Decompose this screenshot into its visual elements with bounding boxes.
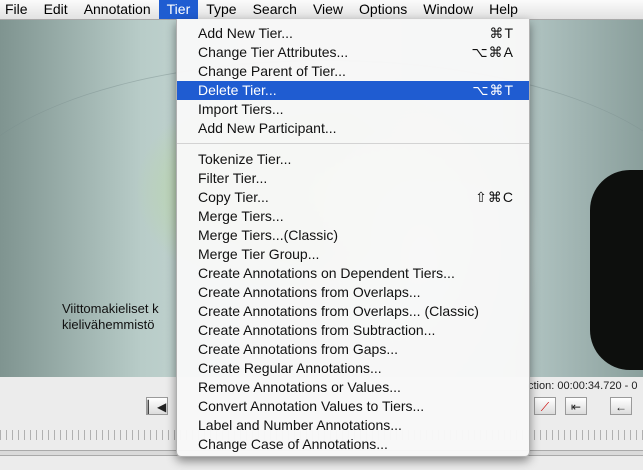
menu-bar: File Edit Annotation Tier Type Search Vi… [0, 0, 643, 20]
menu-item-label: Change Tier Attributes... [198, 44, 349, 60]
go-to-selection-begin-icon: ⇤ [570, 400, 582, 414]
menu-item-label: Change Parent of Tier... [198, 63, 346, 79]
menu-item-add-new-participant[interactable]: Add New Participant... [177, 119, 529, 138]
menu-item-label: Add New Tier... [198, 25, 293, 41]
menu-item-merge-tiers-classic[interactable]: Merge Tiers...(Classic) [177, 226, 529, 245]
menu-item-label: Create Annotations on Dependent Tiers... [198, 265, 455, 281]
menu-item-change-case-of-annotations[interactable]: Change Case of Annotations... [177, 435, 529, 454]
menu-item-label: Create Annotations from Gaps... [198, 341, 398, 357]
clear-selection-button[interactable]: ⟋ [534, 397, 556, 415]
menu-item-create-annotations-overlaps[interactable]: Create Annotations from Overlaps... [177, 283, 529, 302]
menu-item-filter-tier[interactable]: Filter Tier... [177, 169, 529, 188]
menu-edit[interactable]: Edit [36, 0, 76, 19]
step-back-button[interactable]: ← [610, 397, 632, 415]
menu-item-create-annotations-overlaps-classic[interactable]: Create Annotations from Overlaps... (Cla… [177, 302, 529, 321]
menu-item-label: Change Case of Annotations... [198, 436, 388, 452]
menu-item-import-tiers[interactable]: Import Tiers... [177, 100, 529, 119]
menu-item-merge-tier-group[interactable]: Merge Tier Group... [177, 245, 529, 264]
menu-item-remove-annotations[interactable]: Remove Annotations or Values... [177, 378, 529, 397]
menu-view[interactable]: View [305, 0, 351, 19]
menu-item-shortcut: ⇧⌘C [475, 189, 514, 205]
menu-item-convert-annotation-values[interactable]: Convert Annotation Values to Tiers... [177, 397, 529, 416]
menu-options[interactable]: Options [351, 0, 415, 19]
video-subtitle-line-1: Viittomakieliset k [62, 301, 159, 316]
tier-menu-dropdown: Add New Tier... ⌘T Change Tier Attribute… [176, 19, 530, 457]
menu-item-label: Label and Number Annotations... [198, 417, 402, 433]
menu-separator [177, 143, 529, 144]
menu-item-label: Tokenize Tier... [198, 151, 292, 167]
menu-item-label: Delete Tier... [198, 82, 277, 98]
menu-item-create-annotations-subtraction[interactable]: Create Annotations from Subtraction... [177, 321, 529, 340]
no-selection-icon: ⟋ [540, 400, 550, 414]
menu-item-label: Add New Participant... [198, 120, 337, 136]
menu-item-shortcut: ⌥⌘A [471, 44, 514, 60]
step-back-icon: ← [615, 400, 627, 414]
menu-item-tokenize-tier[interactable]: Tokenize Tier... [177, 150, 529, 169]
menu-item-label: Copy Tier... [198, 189, 269, 205]
menu-item-label: Merge Tier Group... [198, 246, 320, 262]
video-subtitle-line-2: kielivähemmistö [62, 317, 155, 332]
menu-item-shortcut: ⌥⌘T [472, 82, 514, 98]
menu-item-merge-tiers[interactable]: Merge Tiers... [177, 207, 529, 226]
menu-file[interactable]: File [0, 0, 36, 19]
menu-item-delete-tier[interactable]: Delete Tier... ⌥⌘T [177, 81, 529, 100]
menu-item-label: Create Annotations from Overlaps... [198, 284, 421, 300]
menu-item-copy-tier[interactable]: Copy Tier... ⇧⌘C [177, 188, 529, 207]
menu-item-label: Merge Tiers...(Classic) [198, 227, 339, 243]
signer-figure [590, 170, 643, 370]
menu-type[interactable]: Type [198, 0, 244, 19]
menu-help[interactable]: Help [481, 0, 526, 19]
menu-annotation[interactable]: Annotation [76, 0, 159, 19]
go-to-selection-begin-button[interactable]: ⇤ [565, 397, 587, 415]
menu-item-create-annotations-gaps[interactable]: Create Annotations from Gaps... [177, 340, 529, 359]
menu-item-label: Import Tiers... [198, 101, 284, 117]
go-to-begin-icon: ▏◀ [147, 400, 167, 414]
selection-time-label: ction: 00:00:34.720 - 0 [528, 380, 638, 392]
menu-window[interactable]: Window [415, 0, 481, 19]
menu-item-change-parent-of-tier[interactable]: Change Parent of Tier... [177, 62, 529, 81]
menu-item-label: Convert Annotation Values to Tiers... [198, 398, 425, 414]
menu-item-create-annotations-dependent[interactable]: Create Annotations on Dependent Tiers... [177, 264, 529, 283]
menu-item-label-and-number-annotations[interactable]: Label and Number Annotations... [177, 416, 529, 435]
menu-item-label: Remove Annotations or Values... [198, 379, 401, 395]
menu-item-create-regular-annotations[interactable]: Create Regular Annotations... [177, 359, 529, 378]
menu-item-label: Merge Tiers... [198, 208, 284, 224]
menu-item-label: Create Annotations from Overlaps... (Cla… [198, 303, 479, 319]
menu-item-label: Filter Tier... [198, 170, 268, 186]
menu-tier[interactable]: Tier [158, 0, 199, 19]
menu-search[interactable]: Search [245, 0, 305, 19]
menu-item-change-tier-attributes[interactable]: Change Tier Attributes... ⌥⌘A [177, 43, 529, 62]
menu-item-add-new-tier[interactable]: Add New Tier... ⌘T [177, 24, 529, 43]
menu-item-label: Create Annotations from Subtraction... [198, 322, 436, 338]
menu-item-label: Create Regular Annotations... [198, 360, 382, 376]
go-to-begin-button[interactable]: ▏◀ [146, 397, 168, 415]
menu-item-shortcut: ⌘T [489, 25, 514, 41]
